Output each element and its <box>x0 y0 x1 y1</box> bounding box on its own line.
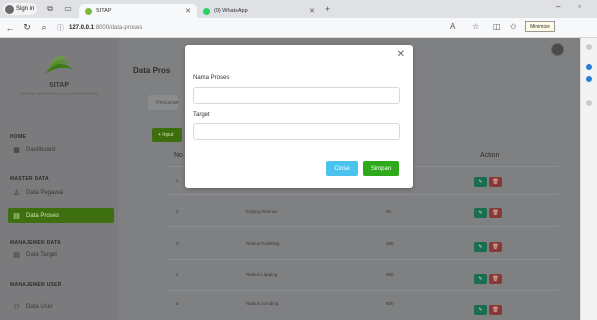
favorite-star-icon[interactable]: ☆ <box>472 22 479 31</box>
favorites-icon[interactable]: ✩ <box>510 22 517 31</box>
delete-button[interactable]: 🗑 <box>489 274 502 284</box>
column-header-action: Action <box>480 152 500 159</box>
row-process-name: Radius Lapping <box>246 272 278 277</box>
close-tab-icon[interactable]: ✕ <box>185 7 191 15</box>
row-number: 3 <box>176 241 179 246</box>
brand-title: SITAP <box>48 82 70 89</box>
url-field[interactable]: ⓘ 127.0.0.1 :8000/data-proses <box>57 23 142 33</box>
tab-sitap[interactable]: SITAP ✕ <box>79 4 197 18</box>
restore-window-icon[interactable]: ▫ <box>578 2 581 11</box>
row-target: 600 <box>386 301 394 306</box>
sidebar-item-pegawai[interactable]: ♙ Data Pegawai <box>8 185 114 200</box>
sidebar-item-label: Data Pegawai <box>26 189 64 196</box>
rail-tools-icon[interactable] <box>586 100 592 106</box>
url-host: 127.0.0.1 <box>69 24 95 31</box>
workspaces-icon[interactable]: ⧉ <box>45 4 55 14</box>
profile-label: Sign in <box>16 6 35 12</box>
edit-button[interactable]: ✎ <box>474 305 487 315</box>
row-process-name: Edging Diminan <box>246 209 278 214</box>
target-field[interactable] <box>193 123 400 140</box>
row-process-name: Radius Polishing <box>246 241 280 246</box>
edit-button[interactable]: ✎ <box>474 177 487 187</box>
new-tab-icon[interactable]: + <box>325 4 330 14</box>
sidebar-item-proses[interactable]: ▤ Data Proses <box>8 208 114 223</box>
search-icon[interactable]: ⌕ <box>37 22 51 33</box>
dashboard-icon: ▦ <box>13 146 20 154</box>
sitap-logo-icon <box>45 56 73 74</box>
user-avatar[interactable] <box>551 43 564 56</box>
browser-side-rail <box>580 38 597 320</box>
sidebar-item-target[interactable]: ▤ Data Target <box>8 247 114 262</box>
edit-button[interactable]: ✎ <box>474 242 487 252</box>
input-data-button[interactable]: + Input <box>152 128 182 142</box>
row-target: 90 <box>386 209 392 214</box>
row-target: 480 <box>386 241 394 246</box>
row-number: 1 <box>176 178 179 183</box>
save-button[interactable]: Simpan <box>363 161 399 176</box>
table-divider <box>168 226 558 227</box>
section-manajemen-data: MANAJEMEN DATA <box>10 240 61 246</box>
browser-tab-bar: Sign in ⧉ ▭ SITAP ✕ (9) WhatsApp ✕ + – ▫ <box>0 0 597 18</box>
tab-actions-icon[interactable]: ▭ <box>63 4 73 14</box>
tab-label: SITAP <box>96 8 112 14</box>
minimize-window-icon[interactable]: – <box>556 2 560 11</box>
target-label: Target <box>193 112 210 118</box>
sidebar-item-dashboard[interactable]: ▦ Dashboard <box>8 142 114 157</box>
url-path: :8000/data-proses <box>94 24 143 31</box>
edit-button[interactable]: ✎ <box>474 274 487 284</box>
delete-button[interactable]: 🗑 <box>489 305 502 315</box>
search-input[interactable]: Pencarian <box>148 95 179 110</box>
row-target: 450 <box>386 272 394 277</box>
delete-button[interactable]: 🗑 <box>489 177 502 187</box>
tab-whatsapp[interactable]: (9) WhatsApp ✕ <box>197 4 321 18</box>
back-icon[interactable]: ← <box>3 23 17 33</box>
brand-subtitle: SYSTEM INFORMASI TATA KERJA PROSES <box>19 92 99 96</box>
table-icon: ▤ <box>13 212 20 220</box>
close-icon[interactable]: ✕ <box>397 49 405 60</box>
person-icon: ♙ <box>13 189 20 197</box>
split-screen-icon[interactable]: ◫ <box>493 22 501 31</box>
section-home: HOME <box>10 134 27 140</box>
users-icon: ⚇ <box>13 303 20 311</box>
close-button[interactable]: Close <box>326 161 358 176</box>
page-title: Data Pros <box>133 66 171 75</box>
row-process-name: Radius Grinding <box>246 301 279 306</box>
read-aloud-icon[interactable]: A <box>450 22 455 31</box>
rail-shopping-icon[interactable] <box>586 76 592 82</box>
profile-button[interactable]: Sign in <box>3 3 37 15</box>
minimize-tooltip: Minimize <box>525 21 555 32</box>
section-master-data: MASTER DATA <box>10 176 49 182</box>
close-tab-icon[interactable]: ✕ <box>309 7 315 15</box>
sidebar-item-label: Dashboard <box>26 146 56 153</box>
sidebar: SITAP SYSTEM INFORMASI TATA KERJA PROSES… <box>0 38 118 320</box>
rail-copilot-icon[interactable] <box>586 64 592 70</box>
table-icon: ▤ <box>13 251 20 259</box>
column-header-no: No <box>174 152 183 159</box>
refresh-icon[interactable]: ↻ <box>20 22 34 33</box>
sitap-favicon-icon <box>85 7 92 15</box>
rail-scroll-icon[interactable] <box>586 44 592 50</box>
delete-button[interactable]: 🗑 <box>489 242 502 252</box>
profile-avatar-icon <box>5 4 14 14</box>
table-divider <box>168 259 558 260</box>
section-manajemen-user: MANAJEMEN USER <box>10 282 62 288</box>
address-bar: ← ↻ ⌕ ⓘ 127.0.0.1 :8000/data-proses A ☆ … <box>0 18 597 38</box>
row-number: 5 <box>176 301 179 306</box>
nama-proses-field[interactable] <box>193 87 400 104</box>
row-number: 2 <box>176 209 179 214</box>
tab-label: (9) WhatsApp <box>214 8 248 14</box>
edit-button[interactable]: ✎ <box>474 208 487 218</box>
info-icon: ⓘ <box>57 24 64 32</box>
table-divider <box>168 290 558 291</box>
nama-proses-label: Nama Proses <box>193 75 230 81</box>
sidebar-item-user[interactable]: ⚇ Data User <box>8 299 114 314</box>
sidebar-item-label: Data Proses <box>26 212 60 219</box>
whatsapp-favicon-icon <box>203 7 210 15</box>
delete-button[interactable]: 🗑 <box>489 208 502 218</box>
row-number: 4 <box>176 272 179 277</box>
sidebar-item-label: Data Target <box>26 251 57 258</box>
table-divider <box>168 194 558 195</box>
input-proses-modal: ✕ Nama Proses Target Close Simpan <box>185 45 413 188</box>
sidebar-item-label: Data User <box>26 303 54 310</box>
